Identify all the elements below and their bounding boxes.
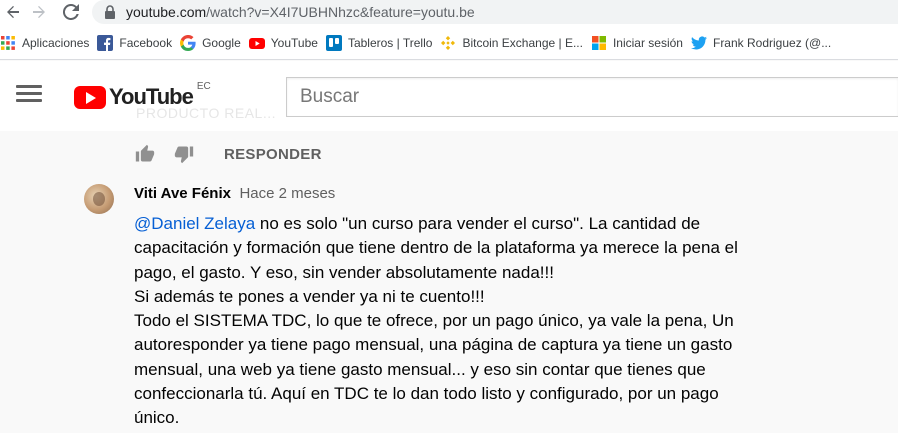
reload-icon [63, 4, 79, 20]
bookmark-google[interactable]: Google [180, 29, 249, 57]
bookmark-apps[interactable]: Aplicaciones [0, 29, 97, 57]
bookmark-facebook[interactable]: Facebook [97, 29, 180, 57]
address-bar[interactable]: youtube.com/watch?v=X4I7UBHNhzc&feature=… [92, 0, 898, 24]
forward-button[interactable] [28, 1, 50, 23]
youtube-icon [248, 35, 265, 51]
comment-time[interactable]: Hace 2 meses [239, 185, 335, 202]
menu-button[interactable] [16, 85, 42, 107]
bookmark-trello[interactable]: Tableros | Trello [325, 29, 441, 57]
facebook-icon [97, 34, 114, 51]
binance-icon [440, 35, 456, 51]
thumbs-down-icon [174, 146, 194, 164]
search-input[interactable] [287, 86, 898, 108]
bookmarks-bar: Aplicaciones Facebook Google YouTube Tab… [0, 26, 898, 60]
lock-icon [105, 5, 115, 19]
comment-paragraph: Si además te pones a vender ya ni te cue… [134, 286, 485, 306]
dislike-button[interactable] [173, 143, 195, 165]
bookmark-label: Frank Rodriguez (@... [712, 35, 832, 50]
browser-toolbar: youtube.com/watch?v=X4I7UBHNhzc&feature=… [0, 0, 898, 26]
youtube-play-icon [74, 85, 106, 109]
bookmark-label: Tableros | Trello [347, 35, 433, 50]
logo-wordmark: YouTube [109, 84, 194, 109]
apps-grid-icon [0, 35, 16, 51]
bookmark-binance[interactable]: Bitcoin Exchange | E... [440, 29, 591, 57]
comment-text: @Daniel Zelaya no es solo "un curso para… [134, 212, 764, 431]
bookmark-microsoft[interactable]: Iniciar sesión [591, 29, 691, 57]
hamburger-line [16, 85, 42, 88]
bookmark-twitter[interactable]: Frank Rodriguez (@... [690, 29, 839, 57]
reload-button[interactable] [60, 1, 82, 23]
microsoft-icon [591, 35, 607, 51]
hamburger-line [16, 99, 42, 102]
bookmark-label: YouTube [270, 35, 318, 50]
mention-link[interactable]: @Daniel Zelaya [134, 214, 255, 233]
comment-paragraph: Todo el SISTEMA TDC, lo que te ofrece, p… [134, 311, 734, 428]
youtube-logo[interactable]: YouTube EC [74, 81, 211, 111]
like-button[interactable] [134, 143, 156, 165]
bookmark-label: Iniciar sesión [612, 35, 683, 50]
arrow-left-icon [7, 6, 19, 18]
url-text: youtube.com/watch?v=X4I7UBHNhzc&feature=… [126, 4, 475, 20]
twitter-icon [690, 35, 707, 51]
country-code: EC [196, 81, 211, 92]
google-icon [180, 34, 196, 51]
comment-actions: RESPONDER [134, 142, 322, 166]
back-button[interactable] [2, 1, 24, 23]
youtube-masthead: PRODUCTO REAL... YouTube EC [0, 61, 898, 131]
reply-button[interactable]: RESPONDER [224, 146, 322, 163]
comment-paragraph: @Daniel Zelaya no es solo "un curso para… [134, 212, 764, 285]
hamburger-line [16, 92, 42, 95]
bookmark-label: Facebook [119, 35, 173, 50]
avatar[interactable] [84, 184, 114, 214]
arrow-right-icon [33, 6, 45, 18]
thumbs-up-icon [135, 144, 155, 162]
trello-icon [325, 34, 342, 51]
bookmark-label: Google [202, 35, 241, 50]
comment-header: Viti Ave Fénix Hace 2 meses [134, 185, 335, 203]
bookmark-label: Bitcoin Exchange | E... [462, 35, 583, 50]
comment-author[interactable]: Viti Ave Fénix [134, 185, 231, 202]
search-box[interactable] [286, 77, 898, 117]
bookmark-youtube[interactable]: YouTube [248, 29, 326, 57]
bookmark-label: Aplicaciones [22, 35, 90, 50]
